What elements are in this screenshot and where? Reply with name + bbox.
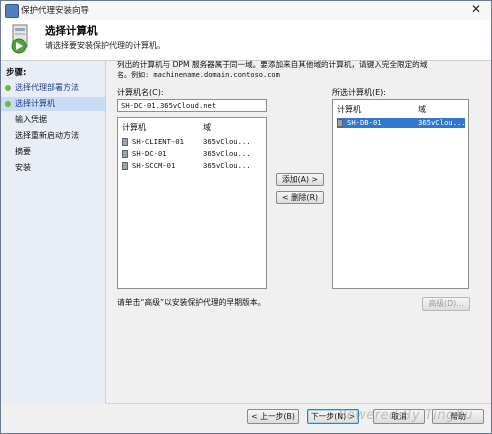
footer-divider — [105, 403, 491, 404]
selected-computers-label: 所选计算机(E): — [332, 88, 386, 97]
back-button[interactable]: < 上一步(B) — [247, 409, 299, 424]
watermark: Powered By TingXu — [338, 408, 473, 423]
advanced-hint: 请单击“高级”以安装保护代理的早期版本。 — [117, 298, 266, 307]
computer-name-input[interactable]: SH-DC-01.365vCloud.net — [117, 99, 267, 112]
step-label: 输入凭据 — [15, 115, 47, 124]
step-pending-icon — [5, 117, 11, 123]
instructions-line-1: 列出的计算机与 DPM 服务器属于同一域。要添加来自其他域的计算机，请键入完全限… — [117, 60, 428, 69]
server-icon — [122, 150, 128, 158]
page-title: 选择计算机 — [45, 25, 98, 37]
list-item[interactable]: SH-CLIENT-01 365vClou... — [122, 137, 260, 147]
instructions: 列出的计算机与 DPM 服务器属于同一域。要添加来自其他域的计算机，请键入完全限… — [117, 60, 487, 80]
window-title: 保护代理安装向导 — [21, 6, 90, 16]
column-header-domain[interactable]: 域 — [203, 122, 211, 133]
advanced-button[interactable]: 高级(D)... — [422, 297, 470, 311]
selected-computers-list[interactable]: 计算机 域 SH-DB-01 365vClou... — [332, 99, 469, 289]
page-subtitle: 请选择要安装保护代理的计算机。 — [45, 41, 165, 50]
available-computers-list[interactable]: 计算机 域 SH-CLIENT-01 365vClou... SH-DC-01 … — [117, 117, 267, 289]
step-credentials: 输入凭据 — [1, 113, 105, 127]
step-deploy-method: 选择代理部署方法 — [1, 81, 105, 95]
remove-button[interactable]: < 删除(R) — [276, 191, 324, 204]
step-current-icon — [5, 101, 11, 107]
steps-heading: 步骤: — [6, 68, 27, 78]
wizard-window: 保护代理安装向导 ✕ 选择计算机 请选择要安装保护代理的计算机。 步骤: 选择代… — [0, 0, 492, 434]
steps-sidebar: 步骤: 选择代理部署方法 选择计算机 输入凭据 选择重新启动方法 摘要 安装 — [1, 61, 106, 403]
step-install: 安装 — [1, 161, 105, 175]
step-pending-icon — [5, 149, 11, 155]
column-header-computer[interactable]: 计算机 — [122, 122, 146, 133]
step-complete-icon — [5, 85, 11, 91]
wizard-header: 选择计算机 请选择要安装保护代理的计算机。 — [1, 20, 491, 61]
app-icon — [5, 4, 19, 18]
step-restart-method: 选择重新启动方法 — [1, 129, 105, 143]
step-pending-icon — [5, 165, 11, 171]
step-summary: 摘要 — [1, 145, 105, 159]
step-label: 选择代理部署方法 — [15, 83, 79, 92]
step-label: 选择重新启动方法 — [15, 131, 79, 140]
step-label: 摘要 — [15, 147, 31, 156]
close-button[interactable]: ✕ — [467, 2, 485, 18]
instructions-line-2: 名。例如: machinename.domain.contoso.com — [117, 71, 280, 79]
column-header-domain[interactable]: 域 — [418, 104, 426, 115]
step-label: 选择计算机 — [15, 99, 55, 108]
step-select-computers: 选择计算机 — [1, 97, 105, 111]
step-label: 安装 — [15, 163, 31, 172]
add-button[interactable]: 添加(A) > — [276, 173, 324, 186]
server-icon — [122, 162, 128, 170]
list-item[interactable]: SH-DC-01 365vClou... — [122, 149, 260, 159]
column-header-computer[interactable]: 计算机 — [337, 104, 361, 115]
step-pending-icon — [5, 133, 11, 139]
wizard-page-icon — [11, 24, 28, 54]
server-icon — [337, 119, 343, 127]
list-item-selected[interactable]: SH-DB-01 365vClou... — [337, 118, 466, 128]
list-item[interactable]: SH-SCCM-01 365vClou... — [122, 161, 260, 171]
title-bar: 保护代理安装向导 ✕ — [1, 1, 491, 21]
server-icon — [122, 138, 128, 146]
computer-name-label: 计算机名(C): — [117, 88, 164, 97]
